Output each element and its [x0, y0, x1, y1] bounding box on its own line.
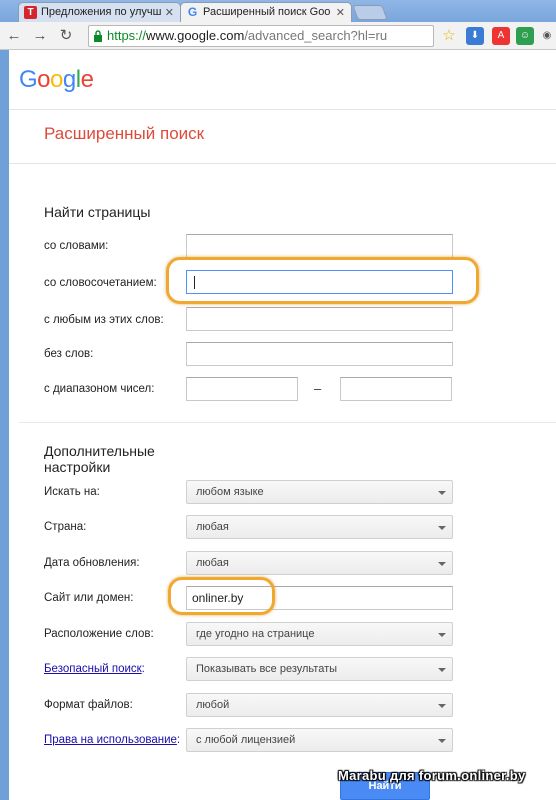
dropdown-arrow-icon [438, 704, 446, 708]
dropdown-arrow-icon [438, 668, 446, 672]
usage-rights-link[interactable]: Права на использование [44, 734, 177, 746]
watermark: Marabu для forum.onliner.by [338, 768, 526, 783]
domain-highlight-annotation [168, 577, 275, 615]
reload-icon[interactable]: ↻ [56, 26, 76, 46]
dropdown-arrow-icon [438, 526, 446, 530]
terms-appearing-select[interactable]: где угодно на странице [186, 622, 453, 646]
last-update-select[interactable]: любая [186, 551, 453, 575]
pdf-extension-icon[interactable]: A [492, 27, 510, 45]
all-words-input[interactable] [186, 234, 453, 258]
google-logo: Google [19, 66, 94, 93]
section-divider [19, 422, 556, 423]
any-words-label: с любым из этих слов: [44, 314, 164, 326]
dropdown-arrow-icon [438, 633, 446, 637]
range-dash: – [314, 381, 322, 396]
none-words-label: без слов: [44, 348, 94, 360]
dropdown-arrow-icon [438, 562, 446, 566]
star-icon[interactable]: ☆ [440, 27, 458, 45]
usage-rights-select[interactable]: с любой лицензией [186, 728, 453, 752]
address-bar[interactable]: https://www.google.com/advanced_search?h… [88, 25, 434, 47]
robot-extension-icon[interactable]: ☺ [516, 27, 534, 45]
last-update-label: Дата обновления: [44, 557, 140, 569]
file-type-label: Формат файлов: [44, 699, 133, 711]
tab-advanced-search[interactable]: G Расширенный поиск Goo ✕ [180, 2, 352, 22]
page-title: Расширенный поиск [44, 124, 205, 143]
safesearch-link[interactable]: Безопасный поиск [44, 663, 142, 675]
usage-rights-label: Права на использование: [44, 734, 181, 746]
language-label: Искать на: [44, 486, 100, 498]
dropdown-arrow-icon [438, 491, 446, 495]
page-content: Google Расширенный поиск Найти страницы … [9, 50, 556, 800]
tab-title: Предложения по улучш [41, 6, 162, 18]
range-to-input[interactable] [340, 377, 452, 401]
number-range-label: с диапазоном чисел: [44, 383, 155, 395]
url-scheme: https:// [107, 28, 147, 43]
tab-title: Расширенный поиск Goo [203, 6, 331, 18]
region-label: Страна: [44, 521, 87, 533]
header-divider [9, 109, 556, 110]
dropdown-arrow-icon [438, 739, 446, 743]
terms-appearing-label: Расположение слов: [44, 628, 154, 640]
range-from-input[interactable] [186, 377, 298, 401]
new-tab-button[interactable] [352, 5, 388, 20]
tab-strip: T Предложения по улучш ✕ G Расширенный п… [0, 0, 556, 22]
browser-toolbar: ← → ↻ https://www.google.com/advanced_se… [0, 22, 556, 50]
region-select[interactable]: любая [186, 515, 453, 539]
eye-extension-icon[interactable]: ◉ [538, 27, 556, 45]
url-path: /advanced_search?hl=ru [244, 28, 388, 43]
google-favicon-icon: G [187, 5, 198, 19]
extension-download-icon[interactable]: ⬇ [466, 27, 484, 45]
safesearch-label: Безопасный поиск: [44, 663, 145, 675]
tab-suggestions[interactable]: T Предложения по улучш ✕ [18, 2, 181, 22]
phrase-highlight-annotation [166, 257, 479, 304]
exact-phrase-label: со словосочетанием: [44, 277, 157, 289]
lock-icon [94, 30, 102, 42]
tab-favicon-icon: T [24, 6, 37, 19]
forward-icon[interactable]: → [30, 26, 50, 46]
site-domain-label: Сайт или домен: [44, 592, 134, 604]
any-words-input[interactable] [186, 307, 453, 331]
close-tab-icon[interactable]: ✕ [336, 6, 345, 19]
advanced-heading: Дополнительные настройки [44, 443, 155, 475]
file-type-select[interactable]: любой [186, 693, 453, 717]
back-icon[interactable]: ← [4, 26, 24, 46]
safesearch-select[interactable]: Показывать все результаты [186, 657, 453, 681]
url-host: www.google.com [146, 28, 245, 43]
close-tab-icon[interactable]: ✕ [165, 6, 174, 19]
all-words-label: со словами: [44, 240, 109, 252]
none-words-input[interactable] [186, 342, 453, 366]
language-select[interactable]: любом языке [186, 480, 453, 504]
find-pages-heading: Найти страницы [44, 204, 151, 220]
title-divider [9, 163, 556, 164]
